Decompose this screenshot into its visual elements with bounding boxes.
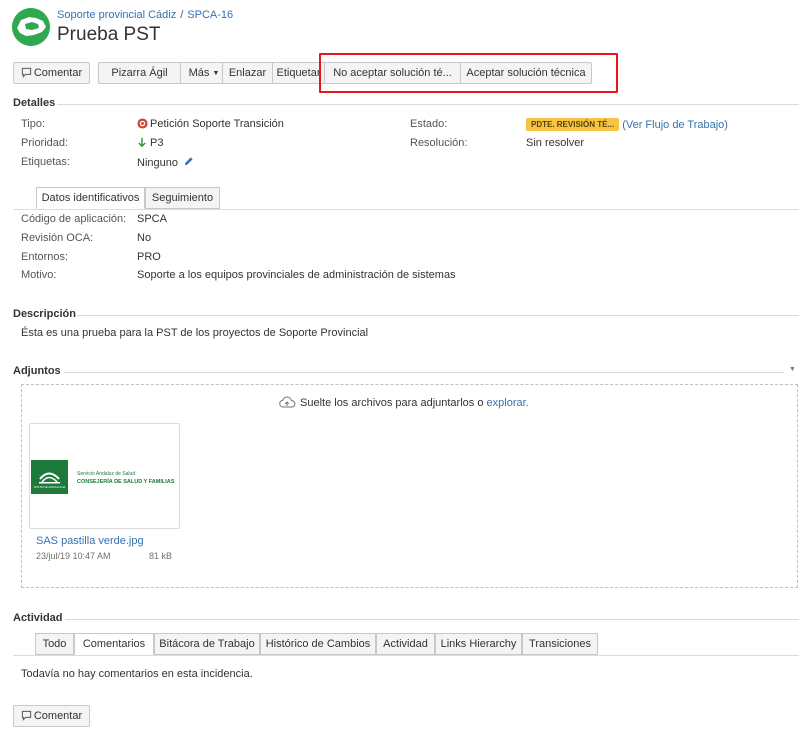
more-actions-button[interactable]: Más ▼	[181, 62, 228, 84]
view-workflow-link[interactable]: (Ver Flujo de Trabajo)	[622, 119, 728, 131]
attachment-date: 23/jul/19 10:47 AM	[36, 551, 111, 561]
field-value-oca-review: No	[137, 232, 152, 244]
logo-emblem-icon	[39, 472, 60, 484]
bottom-comment-button[interactable]: Comentar	[13, 705, 90, 727]
label-issue-button[interactable]: Etiquetar	[273, 62, 325, 84]
no-comments-message: Todavía no hay comentarios en esta incid…	[21, 668, 253, 680]
description-text: Ésta es una prueba para la PST de los pr…	[21, 327, 369, 339]
resolution-value: Sin resolver	[526, 137, 585, 149]
tab-todo[interactable]: Todo	[35, 633, 74, 655]
pencil-icon[interactable]	[183, 156, 194, 167]
field-value-app-code: SPCA	[137, 213, 167, 225]
tab-transiciones[interactable]: Transiciones	[522, 633, 598, 655]
project-avatar[interactable]	[12, 8, 50, 46]
type-value: Petición Soporte Transición	[137, 118, 284, 130]
comment-icon	[21, 67, 31, 78]
chevron-down-icon: ▼	[212, 70, 220, 77]
details-section-title: Detalles	[13, 97, 56, 109]
arrow-down-icon	[138, 137, 146, 148]
highlight-annotation-box	[319, 53, 618, 93]
activity-tabs-baseline	[13, 655, 799, 656]
field-label-oca-review: Revisión OCA:	[21, 232, 94, 244]
page-title: Prueba PST	[57, 24, 161, 45]
comment-icon	[21, 710, 31, 721]
status-badge[interactable]: PDTE. REVISIÓN TÉ...	[526, 118, 620, 131]
field-label-reason: Motivo:	[21, 269, 57, 281]
tab-historico-cambios[interactable]: Histórico de Cambios	[260, 633, 376, 655]
type-label: Tipo:	[21, 118, 46, 130]
priority-label: Prioridad:	[21, 137, 69, 149]
activity-section-title: Actividad	[13, 612, 63, 624]
detail-tabs-baseline	[13, 209, 799, 210]
link-issue-button[interactable]: Enlazar	[222, 62, 273, 84]
tab-seguimiento[interactable]: Seguimiento	[145, 187, 220, 209]
attachment-size: 81 kB	[149, 551, 173, 561]
project-map-icon	[12, 8, 50, 46]
priority-value: P3	[137, 137, 163, 149]
tab-datos-identificativos[interactable]: Datos identificativos	[36, 187, 145, 209]
issue-type-icon	[137, 118, 148, 129]
breadcrumb: Soporte provincial Cádiz / SPCA-16	[57, 9, 233, 21]
comment-button[interactable]: Comentar	[13, 62, 90, 84]
field-value-environments: PRO	[137, 251, 161, 263]
breadcrumb-issue-link[interactable]: SPCA-16	[187, 9, 233, 21]
activity-divider	[65, 619, 799, 620]
details-divider	[57, 104, 799, 105]
attachment-thumbnail[interactable]: JUNTA DE ANDALUCIA Servicio Andaluz de S…	[29, 423, 180, 529]
dropzone-message: Suelte los archivos para adjuntarlos o e…	[278, 395, 529, 409]
attachments-divider	[64, 372, 784, 373]
field-label-environments: Entornos:	[21, 251, 69, 263]
attachment-file-link[interactable]: SAS pastilla verde.jpg	[36, 535, 144, 547]
labels-label: Etiquetas:	[21, 156, 70, 168]
breadcrumb-project-link[interactable]: Soporte provincial Cádiz	[57, 9, 176, 21]
tab-bitacora-trabajo[interactable]: Bitácora de Trabajo	[154, 633, 260, 655]
status-value: PDTE. REVISIÓN TÉ... (Ver Flujo de Traba…	[526, 118, 728, 131]
description-section-title: Descripción	[13, 308, 76, 320]
breadcrumb-separator: /	[180, 9, 184, 21]
junta-andalucia-logo: JUNTA DE ANDALUCIA	[31, 460, 68, 494]
field-value-reason: Soporte a los equipos provinciales de ad…	[137, 269, 456, 281]
browse-files-link[interactable]: explorar.	[487, 397, 529, 409]
tab-actividad[interactable]: Actividad	[376, 633, 435, 655]
attachments-section-title: Adjuntos	[13, 365, 61, 377]
tab-comentarios[interactable]: Comentarios	[74, 633, 154, 655]
labels-value[interactable]: Ninguno	[137, 156, 194, 169]
description-divider	[77, 315, 799, 316]
status-label: Estado:	[410, 118, 448, 130]
cloud-upload-icon	[279, 396, 296, 408]
agile-board-button[interactable]: Pizarra Ágil	[98, 62, 181, 84]
field-label-app-code: Código de aplicación:	[21, 213, 127, 225]
tab-links-hierarchy[interactable]: Links Hierarchy	[435, 633, 522, 655]
resolution-label: Resolución:	[410, 137, 468, 149]
attachments-options-chevron-icon[interactable]: ▼	[789, 366, 796, 373]
